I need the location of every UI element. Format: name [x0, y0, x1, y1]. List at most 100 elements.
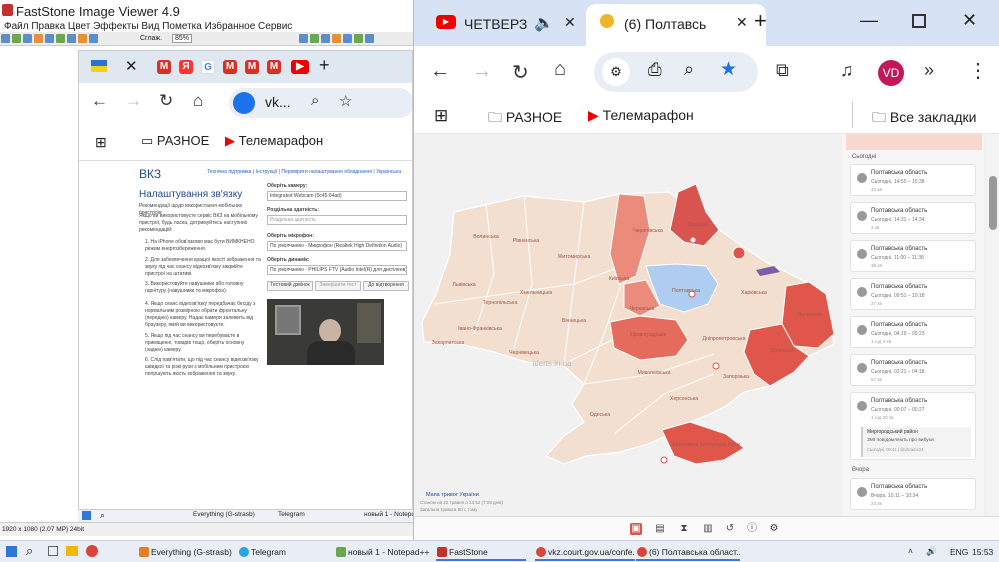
tray-chevron-icon[interactable]: ˄	[908, 546, 913, 556]
task-alerts-chrome[interactable]: (6) Полтавська област...	[636, 544, 740, 561]
draw-icon[interactable]	[320, 34, 330, 43]
search-icon[interactable]: ⌕	[100, 510, 105, 521]
back-icon[interactable]: ←	[430, 60, 450, 83]
reload-icon[interactable]: ↻	[512, 60, 529, 85]
back-icon[interactable]: ←	[91, 91, 108, 111]
slideshow-icon[interactable]	[331, 34, 341, 43]
scrollbar-thumb[interactable]	[989, 176, 997, 230]
fullscreen-icon[interactable]	[342, 34, 352, 43]
history-card[interactable]: Полтавська область Вчора, 10:11 – 10:34 23…	[850, 478, 976, 510]
history-card[interactable]: Полтавська область Сьогодні, 14:55 – 15:3…	[850, 164, 976, 196]
gmail-tab-icon[interactable]: М	[157, 60, 171, 74]
home-icon[interactable]: ⌂	[554, 58, 566, 81]
inner-chrome-window[interactable]: ✕ М Я G М М М ▶ + ← → ↻ ⌂ vk... ⌕ ☆ ⊞ ▭ …	[78, 50, 413, 510]
forward-icon[interactable]: →	[125, 91, 142, 111]
crop-icon[interactable]	[56, 34, 65, 43]
colors-icon[interactable]	[309, 34, 319, 43]
extensions-icon[interactable]: ⧉	[776, 60, 789, 81]
zoom-icon[interactable]: ⌕	[684, 59, 694, 80]
close-tab-icon[interactable]: ✕	[564, 14, 576, 31]
zoom-icon[interactable]: ⌕	[311, 92, 319, 109]
history-card[interactable]: Полтавська область Сьогодні, 04:19 – 05:2…	[850, 316, 976, 348]
youtube-tab-icon[interactable]: ▶	[291, 60, 309, 74]
email-icon[interactable]	[34, 34, 43, 43]
all-bookmarks[interactable]: 🗀 Все закладки	[872, 107, 976, 131]
search-icon[interactable]: ⌕	[26, 543, 33, 559]
open-icon[interactable]	[1, 34, 10, 43]
history-card[interactable]: Полтавська область Сьогодні, 03:21 – 04:1…	[850, 354, 976, 386]
home-icon[interactable]: ⌂	[193, 91, 203, 111]
info-icon[interactable]: ⓘ	[746, 523, 758, 535]
settings-icon[interactable]	[353, 34, 363, 43]
gmail-tab-icon[interactable]: М	[267, 60, 281, 74]
media-controls-icon[interactable]: ♫	[840, 60, 854, 81]
print-icon[interactable]	[23, 34, 32, 43]
list-view-icon[interactable]: ▤	[654, 523, 666, 535]
test-call-button[interactable]: Тестовий дзвінок	[267, 281, 313, 291]
next-icon[interactable]	[89, 34, 98, 43]
profile-avatar[interactable]: VD	[878, 60, 904, 86]
new-tab-icon[interactable]: +	[754, 8, 767, 34]
rotate-icon[interactable]	[45, 34, 54, 43]
drone-marker-icon[interactable]	[689, 236, 697, 244]
stats-icon[interactable]: ▥	[702, 523, 714, 535]
gmail-tab-icon[interactable]: М	[223, 60, 237, 74]
tab-chetverz[interactable]: ▶ ЧЕТВЕРЗ 🔈 ✕	[422, 6, 582, 42]
faststone-menu-bar[interactable]: Файл Правка Цвет Эффекты Вид Пометка Изб…	[0, 22, 413, 32]
more-tools-icon[interactable]: »	[924, 60, 934, 81]
clock[interactable]: 15:53	[972, 547, 993, 557]
bookmark-folder[interactable]: ▭ РАЗНОЕ	[141, 133, 209, 149]
inner-task-telegram[interactable]: Telegram	[278, 511, 305, 518]
task-view-icon[interactable]	[48, 546, 58, 556]
task-telegram[interactable]: Telegram	[238, 544, 328, 561]
address-bar[interactable]: ⚙ ⎙ ⌕ ★	[594, 52, 758, 92]
smooth-checkbox[interactable]: Сглаж.	[140, 35, 162, 42]
install-app-icon[interactable]: ⎙	[648, 60, 662, 80]
bookmark-telemarafon[interactable]: ▶ Телемарафон	[588, 107, 694, 124]
bookmark-folder-raznoe[interactable]: 🗀 РАЗНОЕ	[488, 107, 562, 131]
end-test-button[interactable]: Завершити тест	[315, 281, 361, 291]
site-settings-icon[interactable]: ⚙	[602, 58, 630, 86]
region-sumska-alert[interactable]	[669, 183, 720, 247]
timer-icon[interactable]: ⧗	[678, 523, 690, 535]
windows-start-icon[interactable]	[6, 546, 17, 557]
history-card[interactable]: Полтавська область Сьогодні, 09:51 – 10:1…	[850, 278, 976, 310]
history-icon[interactable]: ↺	[724, 523, 736, 535]
task-notepad[interactable]: новый 1 - Notepad++	[335, 544, 435, 561]
map-view-icon[interactable]: ▣	[630, 523, 642, 535]
settings-gear-icon[interactable]: ⚙	[768, 523, 780, 535]
gmail-tab-icon[interactable]: М	[245, 60, 259, 74]
close-window-icon[interactable]: ✕	[962, 10, 977, 31]
play-button[interactable]: До відтворення	[363, 281, 409, 291]
tab-alerts-map[interactable]: (6) Полтавсь ✕	[586, 4, 766, 46]
star-icon[interactable]: ☆	[339, 92, 352, 110]
history-card[interactable]: Полтавська область Сьогодні, 11:00 – 11:3…	[850, 240, 976, 272]
history-card-with-news[interactable]: Полтавська область Сьогодні, 00:07 – 00:2…	[850, 392, 976, 460]
help-icon[interactable]	[364, 34, 374, 43]
close-tab-icon[interactable]: ✕	[125, 57, 138, 75]
task-vkz-chrome[interactable]: vkz.court.gov.ua/confe...	[535, 544, 635, 561]
close-tab-icon[interactable]: ✕	[736, 14, 748, 31]
speaker-select[interactable]: По умолчанию - PHILIPS FTV (Audio Intel(…	[267, 265, 407, 275]
maximize-icon[interactable]	[912, 14, 926, 28]
explosion-marker-icon[interactable]	[732, 246, 746, 260]
new-tab-icon[interactable]: +	[319, 55, 330, 76]
task-faststone[interactable]: FastStone	[436, 544, 526, 561]
explorer-icon[interactable]	[66, 546, 78, 556]
minimize-icon[interactable]: —	[860, 10, 878, 31]
zoom-select[interactable]: 85%	[172, 34, 193, 43]
input-language[interactable]: ENG	[950, 547, 968, 557]
speaker-icon[interactable]: 🔈	[534, 13, 554, 33]
camera-select[interactable]: Integrated Webcam (0c45:64ad)	[267, 191, 407, 201]
resize-icon[interactable]	[67, 34, 76, 43]
windows-start-icon[interactable]	[82, 511, 91, 520]
google-tab-icon[interactable]: G	[201, 60, 215, 74]
page-scrollbar[interactable]	[986, 134, 999, 516]
task-everything[interactable]: Everything (G-strasb)	[138, 544, 234, 561]
ukraine-alerts-map[interactable]: Волинська Рівненська Житомирська Київськ…	[414, 134, 838, 516]
drone-marker-icon[interactable]	[712, 362, 720, 370]
prev-icon[interactable]	[78, 34, 87, 43]
bookmark-star-icon[interactable]: ★	[720, 58, 737, 81]
volume-icon[interactable]: 🔊	[926, 546, 937, 557]
drone-marker-icon[interactable]	[660, 456, 668, 464]
